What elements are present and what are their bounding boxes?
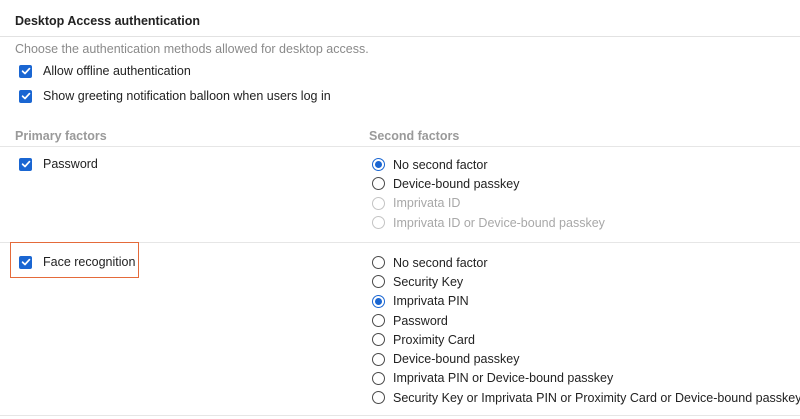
primary-factor-password[interactable]: Password bbox=[19, 157, 98, 171]
second-factor-option: Imprivata ID or Device-bound passkey bbox=[372, 213, 605, 232]
second-factor-label: Imprivata ID or Device-bound passkey bbox=[393, 215, 605, 230]
second-factor-option[interactable]: Imprivata PIN or Device-bound passkey bbox=[372, 369, 800, 388]
offline-auth-checkbox[interactable] bbox=[19, 64, 32, 78]
primary-factor-label: Face recognition bbox=[43, 255, 136, 269]
title-divider bbox=[0, 36, 800, 37]
offline-auth-option[interactable]: Allow offline authentication bbox=[19, 64, 191, 78]
greeting-balloon-label: Show greeting notification balloon when … bbox=[43, 89, 331, 103]
second-factor-label: Security Key bbox=[393, 274, 464, 289]
header-divider bbox=[0, 146, 800, 147]
second-factor-label: Security Key or Imprivata PIN or Proximi… bbox=[393, 390, 800, 405]
radio-button[interactable] bbox=[372, 158, 385, 172]
radio-button bbox=[372, 216, 385, 230]
second-factor-label: Device-bound passkey bbox=[393, 176, 520, 191]
face-recognition-checkbox[interactable] bbox=[19, 255, 32, 269]
second-factor-label: Imprivata ID bbox=[393, 196, 461, 211]
second-factor-option[interactable]: Proximity Card bbox=[372, 330, 800, 349]
second-factor-option: Imprivata ID bbox=[372, 194, 605, 213]
radio-button[interactable] bbox=[372, 371, 385, 385]
face-recognition-second-factors: No second factor Security Key Imprivata … bbox=[372, 253, 800, 407]
second-factor-label: Imprivata PIN bbox=[393, 294, 469, 309]
primary-factors-header: Primary factors bbox=[15, 129, 107, 143]
second-factors-header: Second factors bbox=[369, 129, 460, 143]
second-factor-label: No second factor bbox=[393, 157, 488, 172]
greeting-balloon-checkbox[interactable] bbox=[19, 89, 32, 103]
radio-button[interactable] bbox=[372, 177, 385, 191]
radio-button[interactable] bbox=[372, 314, 385, 328]
radio-button[interactable] bbox=[372, 275, 385, 289]
offline-auth-label: Allow offline authentication bbox=[43, 64, 191, 78]
primary-factor-label: Password bbox=[43, 157, 98, 171]
primary-factor-face-recognition[interactable]: Face recognition bbox=[19, 255, 135, 269]
radio-button[interactable] bbox=[372, 352, 385, 366]
second-factor-label: No second factor bbox=[393, 255, 488, 270]
second-factor-option[interactable]: Imprivata PIN bbox=[372, 292, 800, 311]
second-factor-label: Proximity Card bbox=[393, 332, 475, 347]
row-divider bbox=[0, 415, 800, 416]
password-checkbox[interactable] bbox=[19, 157, 32, 171]
second-factor-option[interactable]: No second factor bbox=[372, 155, 605, 174]
second-factor-option[interactable]: Device-bound passkey bbox=[372, 349, 800, 368]
radio-button[interactable] bbox=[372, 294, 385, 308]
greeting-balloon-option[interactable]: Show greeting notification balloon when … bbox=[19, 89, 331, 103]
password-second-factors: No second factor Device-bound passkey Im… bbox=[372, 155, 605, 232]
section-description: Choose the authentication methods allowe… bbox=[15, 42, 369, 56]
second-factor-label: Imprivata PIN or Device-bound passkey bbox=[393, 371, 614, 386]
second-factor-option[interactable]: Security Key bbox=[372, 272, 800, 291]
second-factor-option[interactable]: Password bbox=[372, 311, 800, 330]
second-factor-label: Device-bound passkey bbox=[393, 352, 520, 367]
page-title: Desktop Access authentication bbox=[15, 14, 201, 28]
radio-button[interactable] bbox=[372, 391, 385, 405]
radio-button bbox=[372, 196, 385, 210]
radio-button[interactable] bbox=[372, 256, 385, 270]
second-factor-option[interactable]: Security Key or Imprivata PIN or Proximi… bbox=[372, 388, 800, 407]
radio-button[interactable] bbox=[372, 333, 385, 347]
second-factor-label: Password bbox=[393, 313, 448, 328]
second-factor-option[interactable]: No second factor bbox=[372, 253, 800, 272]
second-factor-option[interactable]: Device-bound passkey bbox=[372, 174, 605, 193]
